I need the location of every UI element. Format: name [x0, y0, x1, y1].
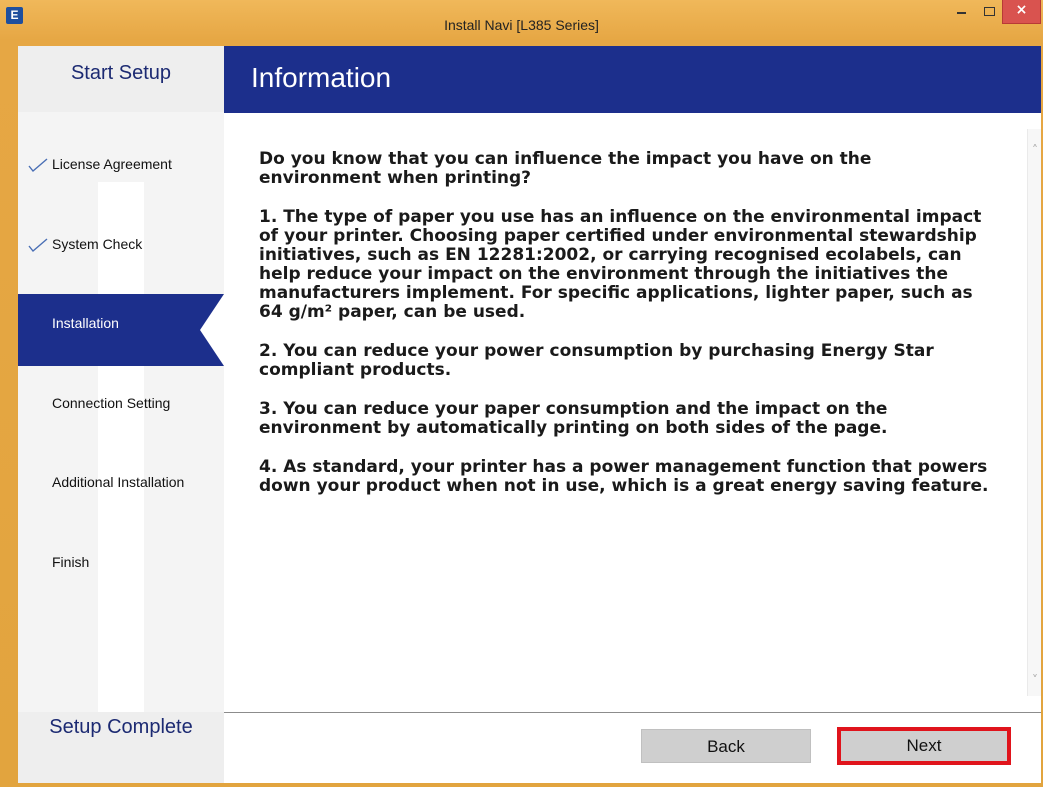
information-text[interactable]: Do you know that you can influence the i… [224, 129, 1027, 684]
content-panel: Information Do you know that you can inf… [224, 46, 1041, 783]
installer-window: E Install Navi [L385 Series] Start Setup… [0, 0, 1043, 787]
checkmark-icon [28, 238, 48, 252]
step-system-check: System Check [18, 224, 224, 266]
steps-sidebar: Start Setup License Agreement System Che… [18, 46, 224, 783]
step-label: System Check [52, 236, 143, 252]
scroll-down-icon[interactable]: ˅ [1029, 674, 1041, 686]
step-label: Additional Installation [52, 474, 185, 490]
step-label: Installation [52, 315, 119, 331]
vertical-scrollbar[interactable]: ˄ ˅ [1027, 129, 1041, 696]
checkmark-icon [28, 158, 48, 172]
step-label: Finish [52, 554, 90, 570]
info-paragraph: 2. You can reduce your power consumption… [259, 341, 934, 380]
step-label: Connection Setting [52, 395, 171, 411]
sidebar-header: Start Setup [18, 46, 224, 112]
sidebar-footer: Setup Complete [18, 712, 224, 783]
info-paragraph: Do you know that you can influence the i… [259, 149, 872, 188]
step-finish: Finish [18, 542, 224, 584]
scroll-up-icon[interactable]: ˄ [1029, 144, 1041, 156]
step-installation: Installation [18, 294, 224, 366]
minimize-button[interactable] [947, 0, 976, 24]
info-paragraph: 3. You can reduce your paper consumption… [259, 399, 888, 438]
window-title: Install Navi [L385 Series] [444, 17, 599, 33]
step-label: License Agreement [52, 156, 172, 172]
sidebar-steps-area: License Agreement System Check Installat… [18, 112, 224, 782]
info-paragraph: 4. As standard, your printer has a power… [259, 457, 989, 496]
next-button[interactable]: Next [837, 727, 1011, 765]
step-additional-installation: Additional Installation [18, 462, 224, 504]
step-license-agreement: License Agreement [18, 144, 224, 186]
info-paragraph: 1. The type of paper you use has an infl… [259, 207, 982, 322]
close-button[interactable] [1002, 0, 1041, 24]
back-button[interactable]: Back [641, 729, 811, 763]
active-step-pointer [200, 294, 224, 366]
page-title: Information [224, 46, 1041, 113]
step-connection-setting: Connection Setting [18, 383, 224, 425]
title-bar[interactable]: E Install Navi [L385 Series] [0, 0, 1043, 46]
button-bar: Back Next [224, 713, 1041, 783]
maximize-button[interactable] [976, 0, 1002, 24]
